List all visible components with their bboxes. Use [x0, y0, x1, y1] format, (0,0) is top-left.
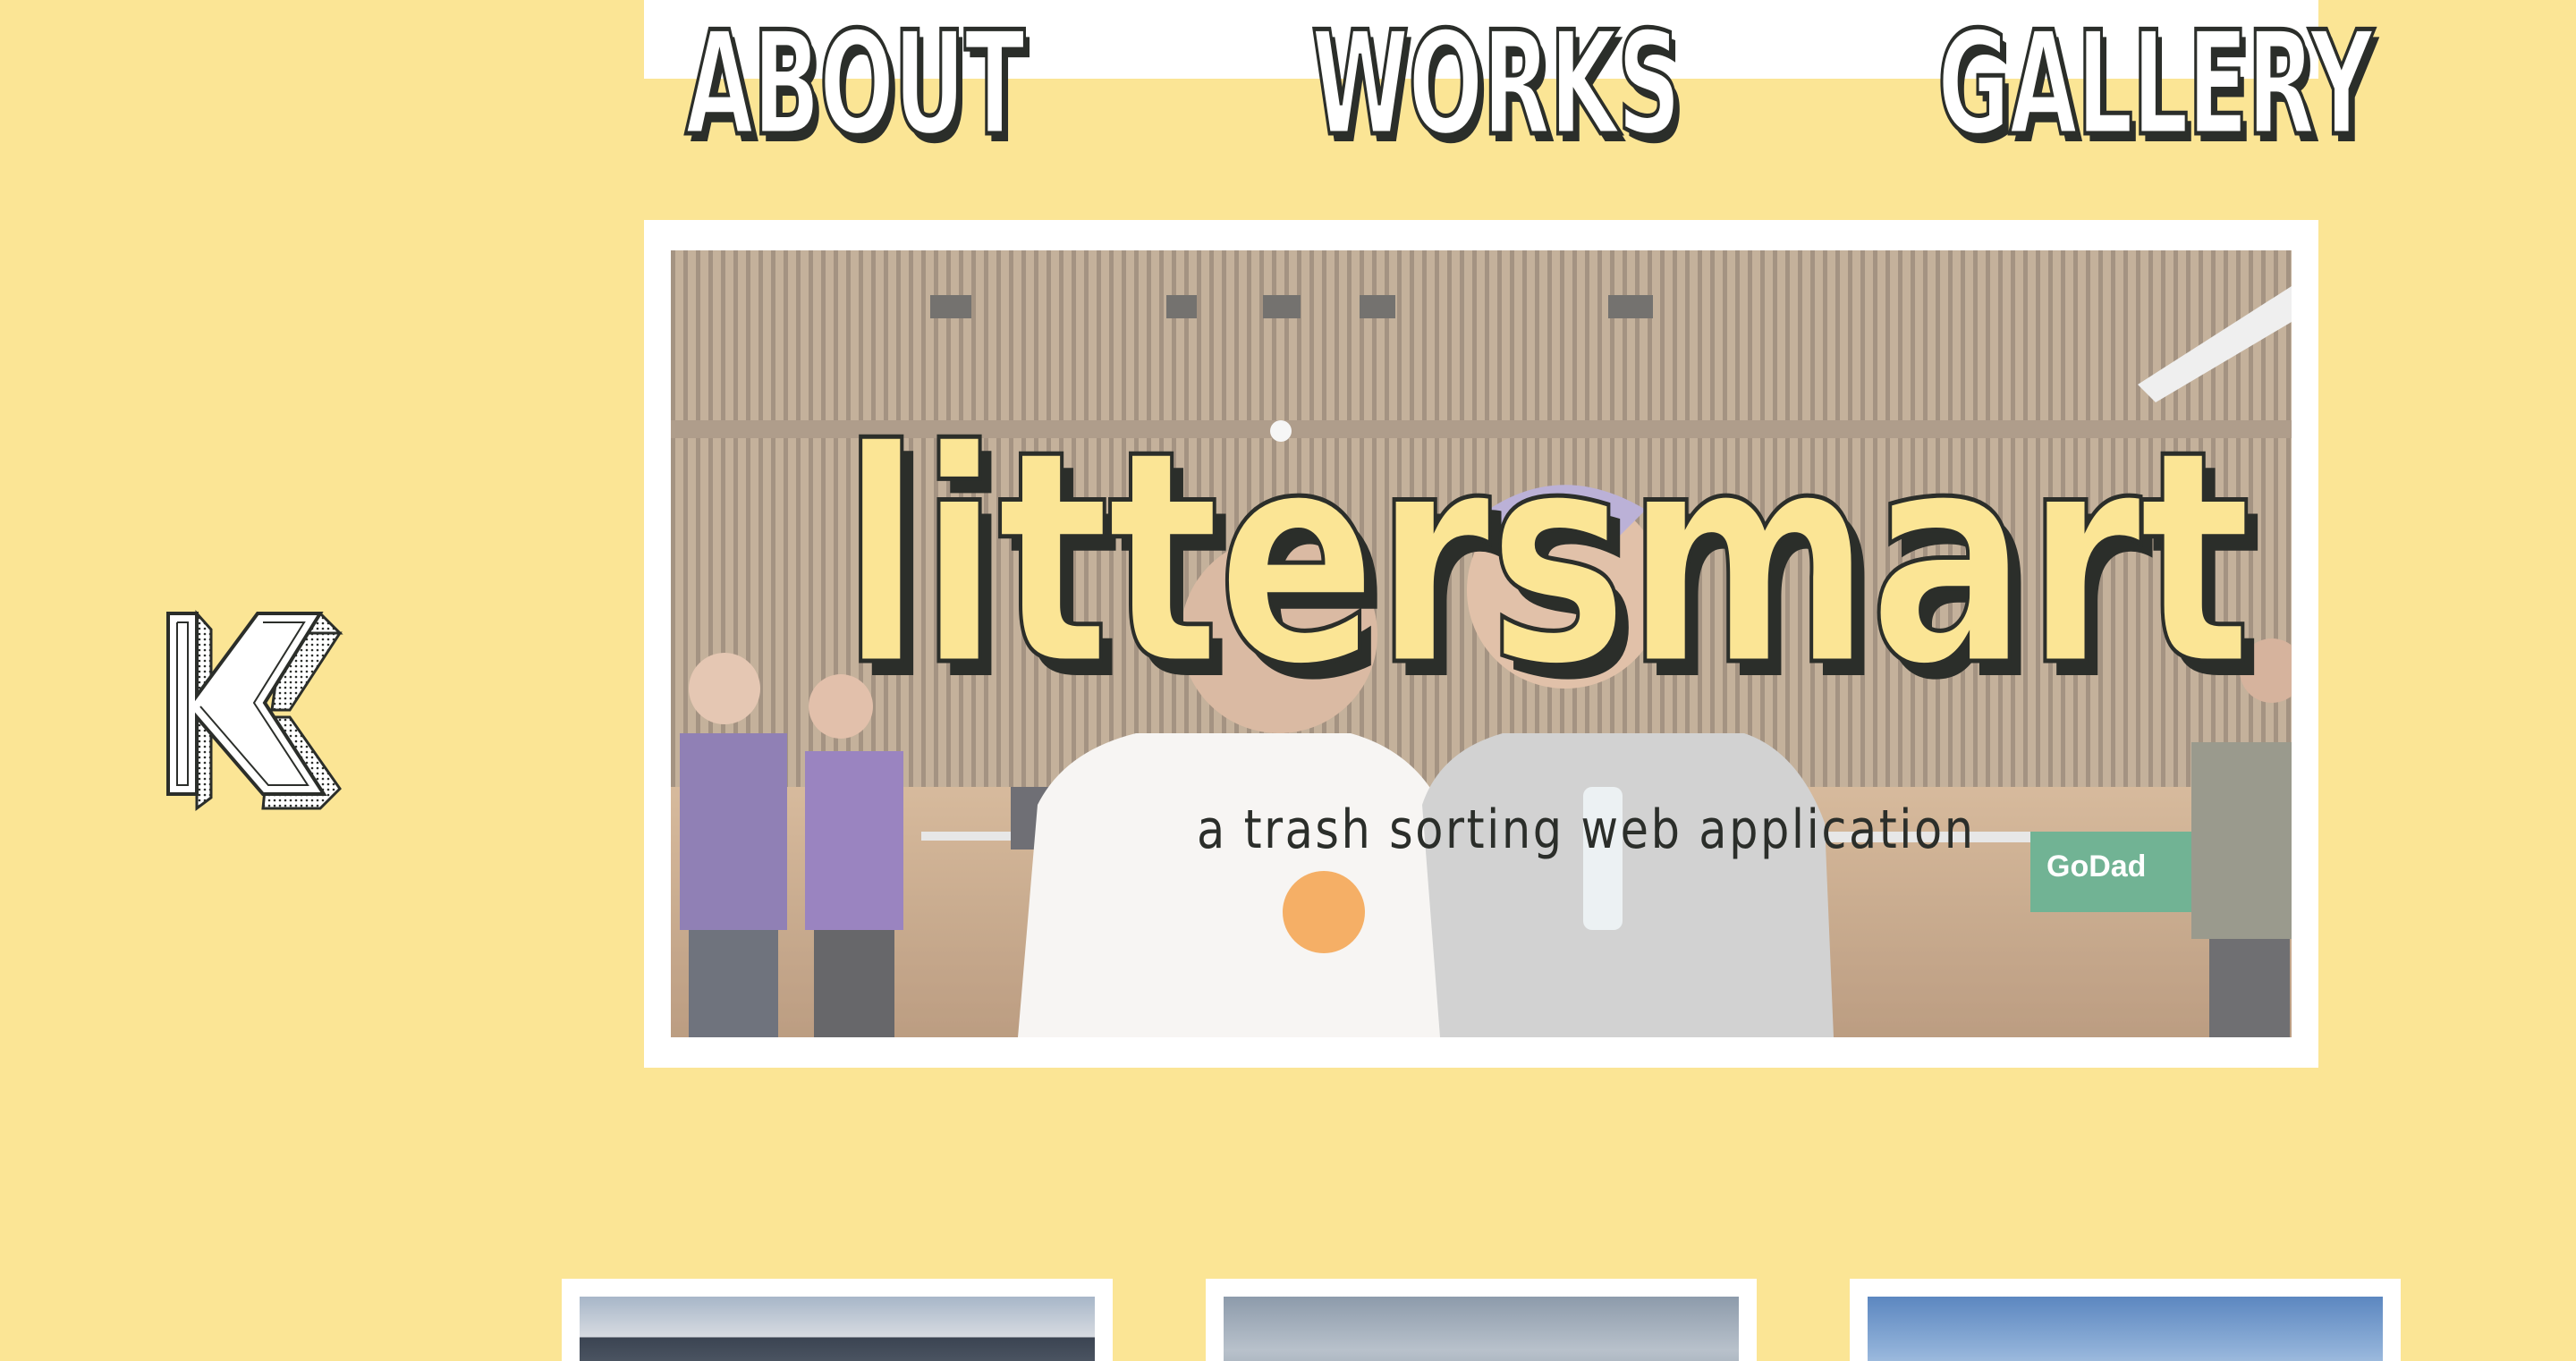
- portfolio-page: ABOUT WORKS GALLERY GoDad littersmart a …: [0, 0, 2576, 1361]
- gallery-thumbnail-1[interactable]: [562, 1279, 1113, 1361]
- gallery-thumbnail-2[interactable]: [1206, 1279, 1757, 1361]
- nav-works-link[interactable]: WORKS: [1309, 10, 1682, 157]
- project-subtitle: a trash sorting web application: [1197, 799, 1976, 861]
- mountain-landscape-photo: [580, 1297, 1095, 1361]
- cloudy-sky-photo: [1224, 1297, 1739, 1361]
- nav-gallery-link[interactable]: GALLERY: [1936, 10, 2375, 157]
- project-title[interactable]: littersmart: [839, 410, 2253, 709]
- gallery-thumbnail-3[interactable]: [1850, 1279, 2401, 1361]
- k-logo-icon[interactable]: [165, 610, 349, 812]
- nav-about-link[interactable]: ABOUT: [683, 10, 1026, 157]
- blue-sky-photo: [1868, 1297, 2383, 1361]
